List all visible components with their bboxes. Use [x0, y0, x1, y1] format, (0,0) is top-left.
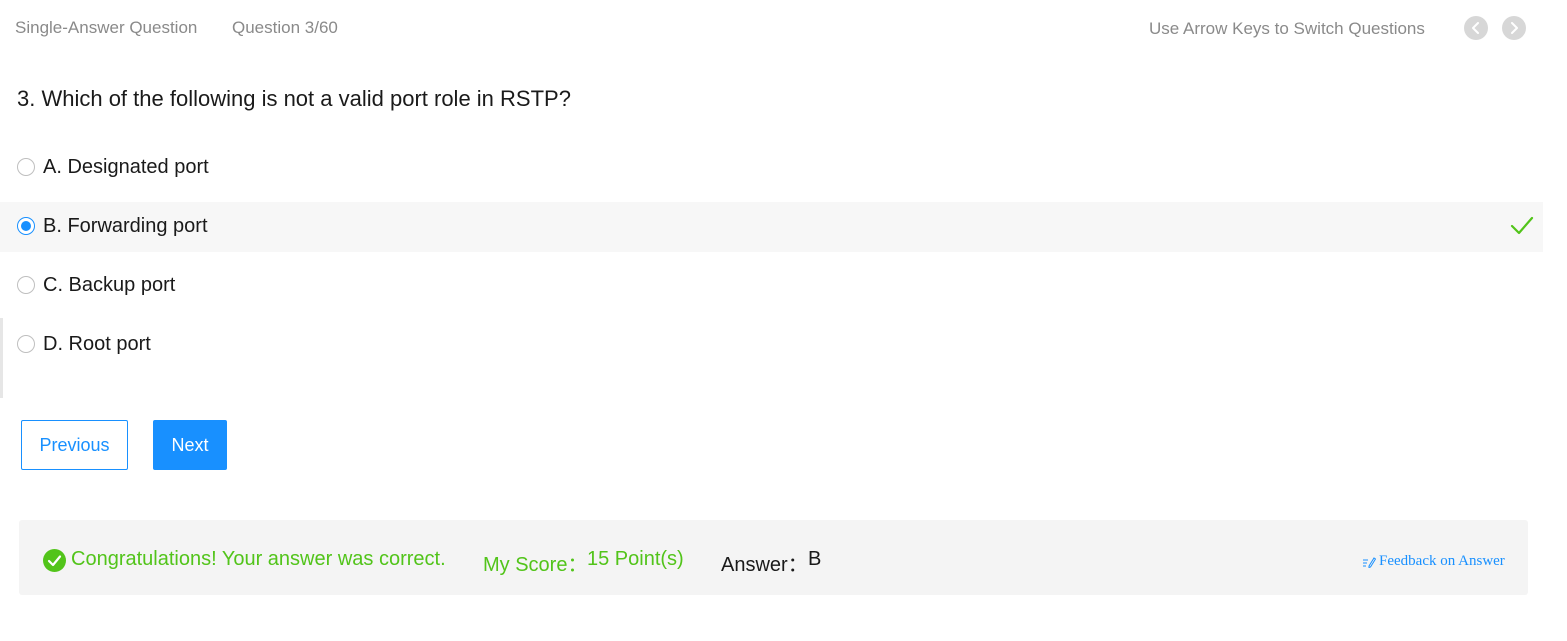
next-question-button[interactable]: [1502, 16, 1526, 40]
chevron-right-icon: [1511, 22, 1518, 34]
option-c-radio[interactable]: [17, 276, 35, 294]
edit-icon: [1363, 556, 1376, 568]
previous-button[interactable]: Previous: [21, 420, 128, 470]
previous-question-button[interactable]: [1464, 16, 1488, 40]
next-button[interactable]: Next: [153, 420, 227, 470]
score-label: My Score：: [483, 554, 588, 576]
chevron-left-icon: [1472, 22, 1479, 34]
question-header: Single-Answer Question Question 3/60 Use…: [0, 0, 1567, 58]
side-tab: [0, 318, 3, 398]
result-panel: Congratulations! Your answer was correct…: [19, 520, 1528, 595]
answer-label: Answer：: [721, 554, 808, 576]
question-counter: Question 3/60: [232, 18, 338, 37]
result-message: Congratulations! Your answer was correct…: [71, 548, 446, 570]
correct-check-icon: [1510, 216, 1534, 235]
answer-value: B: [808, 548, 822, 570]
question-type-label: Single-Answer Question: [15, 18, 198, 37]
option-a-label: A. Designated port: [43, 156, 209, 178]
feedback-link-label: Feedback on Answer: [1379, 553, 1505, 569]
check-circle-icon: [43, 549, 66, 572]
option-a-radio[interactable]: [17, 158, 35, 176]
question-title: 3. Which of the following is not a valid…: [17, 86, 571, 111]
option-c-label: C. Backup port: [43, 274, 176, 296]
option-b-radio[interactable]: [17, 217, 35, 235]
option-d-label: D. Root port: [43, 333, 151, 355]
option-b[interactable]: B. Forwarding port: [0, 202, 1543, 252]
option-c[interactable]: C. Backup port: [0, 261, 1543, 311]
score-value: 15 Point(s): [587, 548, 684, 570]
option-a[interactable]: A. Designated port: [0, 143, 1543, 193]
option-b-label: B. Forwarding port: [43, 215, 208, 237]
option-d[interactable]: D. Root port: [0, 320, 1543, 370]
arrow-keys-hint: Use Arrow Keys to Switch Questions: [1149, 19, 1425, 38]
option-d-radio[interactable]: [17, 335, 35, 353]
feedback-link[interactable]: Feedback on Answer: [1362, 553, 1505, 570]
